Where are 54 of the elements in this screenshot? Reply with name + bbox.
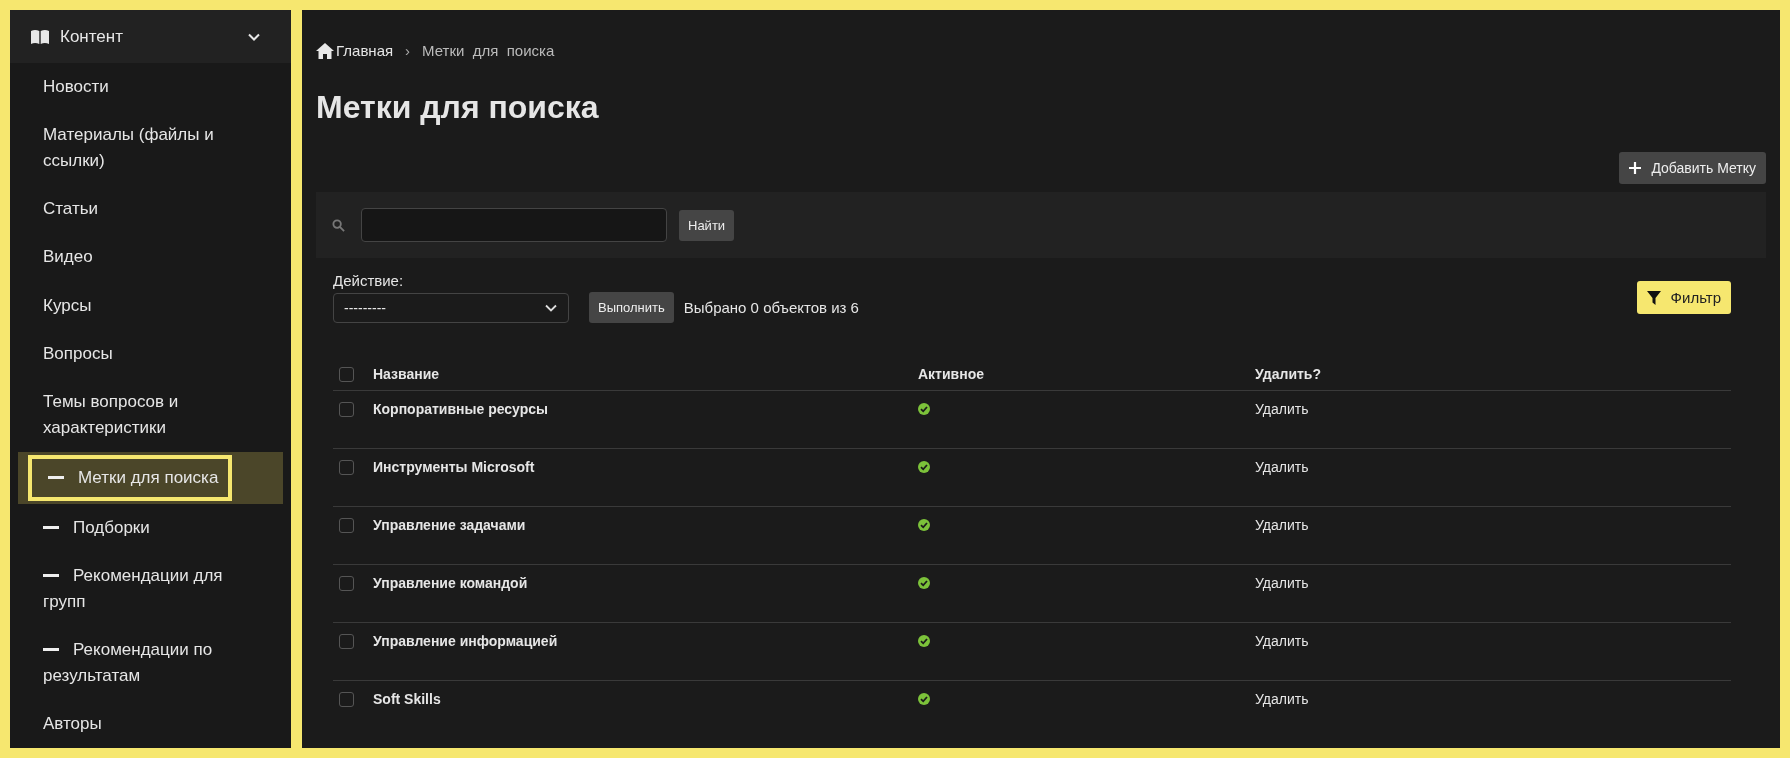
sidebar-item[interactable]: Подборки (10, 503, 195, 554)
sidebar-item[interactable]: Статьи (10, 184, 144, 235)
home-icon (316, 42, 334, 59)
plus-icon (1629, 162, 1642, 174)
section-header[interactable]: Контент (10, 10, 291, 63)
tag-name[interactable]: Управление командой (373, 575, 528, 591)
checkbox[interactable] (339, 401, 354, 417)
dash-icon (43, 526, 59, 530)
sidebar-item[interactable]: Авторы (10, 698, 147, 748)
tag-name[interactable]: Управление информацией (373, 633, 558, 649)
checkbox[interactable] (339, 517, 354, 533)
add-button[interactable]: Добавить Метку (1619, 152, 1766, 184)
breadcrumb-separator: › (405, 42, 411, 59)
checkbox[interactable] (339, 575, 354, 591)
column-header: Активное (918, 366, 984, 382)
checkbox[interactable] (339, 366, 354, 382)
checkbox[interactable] (339, 633, 354, 649)
section-label: Контент (60, 26, 124, 47)
search-button[interactable]: Найти (679, 209, 735, 241)
action-label: Действие: (333, 272, 405, 289)
sidebar-item[interactable]: Темы вопросов и характеристики (10, 377, 291, 454)
sidebar-item[interactable]: Курсы (10, 280, 137, 331)
delete-link[interactable]: Удалить (1255, 517, 1309, 533)
action-select[interactable]: --------- (333, 293, 569, 323)
delete-link[interactable]: Удалить (1255, 575, 1309, 591)
dash-icon (43, 574, 59, 578)
search-icon (332, 218, 345, 232)
delete-link[interactable]: Удалить (1255, 691, 1309, 707)
page-title: Метки для поиска (316, 89, 600, 126)
delete-link[interactable]: Удалить (1255, 401, 1309, 417)
run-button[interactable]: Выполнить (589, 292, 674, 323)
tag-name[interactable]: Управление задачами (373, 517, 526, 533)
home-link[interactable]: Главная (316, 42, 394, 59)
tag-name[interactable]: Инструменты Microsoft (373, 459, 535, 475)
tag-name[interactable]: Soft Skills (373, 691, 441, 707)
delete-link[interactable]: Удалить (1255, 633, 1309, 649)
delete-link[interactable]: Удалить (1255, 459, 1309, 475)
column-header: Название (373, 366, 440, 382)
checkbox[interactable] (339, 691, 354, 707)
book-icon (30, 28, 50, 45)
selection-counter: Выбрано 0 объектов из 6 (683, 299, 859, 316)
funnel-icon (1646, 290, 1661, 305)
sidebar-item[interactable]: Новости (10, 62, 154, 113)
tag-name[interactable]: Корпоративные ресурсы (373, 401, 548, 417)
sidebar-item[interactable]: Вопросы (10, 329, 158, 380)
breadcrumb-current: Метки для поиска (422, 42, 555, 59)
search-field[interactable] (361, 208, 667, 242)
column-header: Удалить? (1255, 366, 1321, 382)
dash-icon (48, 476, 64, 480)
checkbox[interactable] (339, 459, 354, 475)
sidebar-item[interactable]: Материалы (файлы и ссылки) (10, 110, 291, 187)
sidebar-item[interactable]: Видео (10, 232, 138, 283)
dash-icon (43, 647, 59, 651)
filter-button[interactable]: Фильтр (1636, 281, 1731, 314)
